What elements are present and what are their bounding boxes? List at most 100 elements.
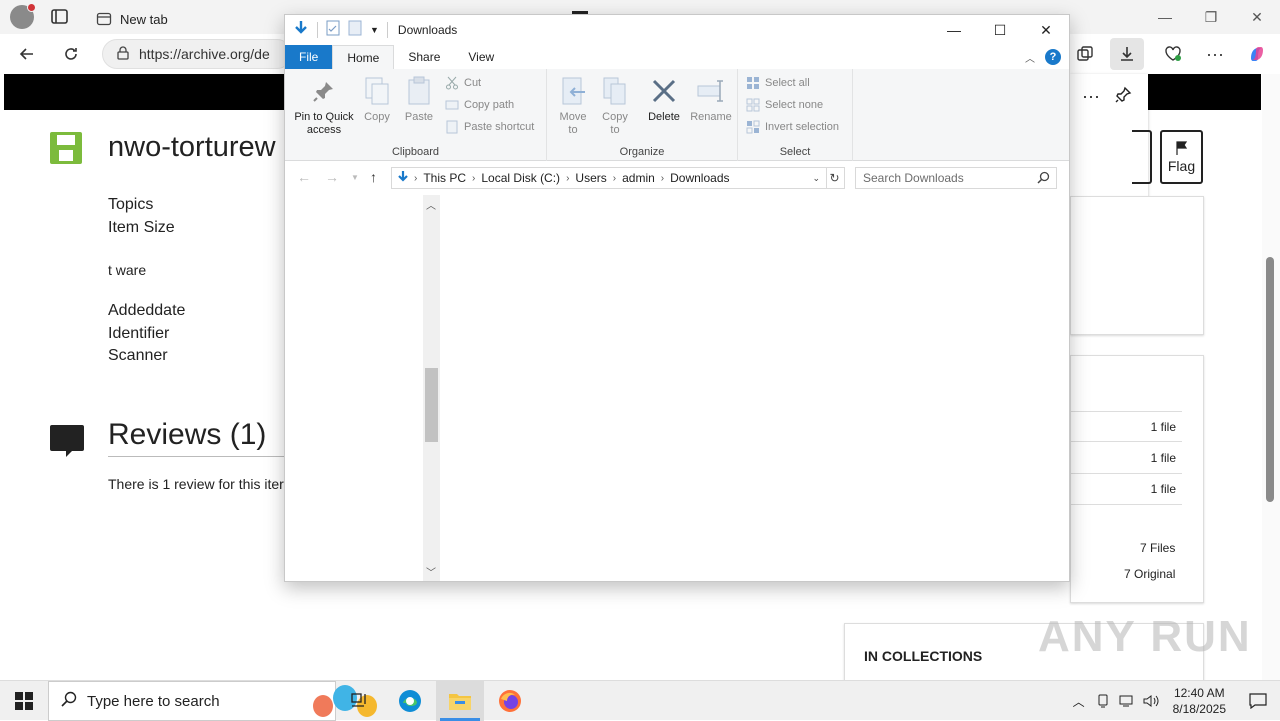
tab-view[interactable]: View xyxy=(454,45,508,69)
select-all-icon xyxy=(746,76,760,90)
refresh-icon xyxy=(65,48,77,60)
scissors-icon xyxy=(445,76,459,90)
select-group-label: Select xyxy=(779,146,811,158)
page-more-icon[interactable]: ··· xyxy=(1082,86,1100,107)
explorer-back-icon[interactable]: ← xyxy=(297,169,311,185)
select-all-button[interactable]: Select all xyxy=(746,76,810,90)
meta-label-identifier: Identifier xyxy=(108,325,170,342)
taskbar: Type here to search ︿ 12:40 AM 8/18/2025 xyxy=(0,680,1280,721)
taskbar-edge-button[interactable] xyxy=(386,681,434,721)
up-one-level-icon[interactable]: ↑ xyxy=(370,169,377,185)
taskbar-file-explorer-button[interactable] xyxy=(436,681,484,721)
select-none-label: Select none xyxy=(765,99,824,111)
page-scrollbar[interactable] xyxy=(1262,74,1280,680)
ribbon-collapse-icon[interactable]: ︿ xyxy=(1025,50,1035,65)
flag-button[interactable]: Flag xyxy=(1160,130,1203,184)
back-button[interactable] xyxy=(12,40,42,68)
total-files-link[interactable]: 7 Files xyxy=(1140,541,1175,555)
profile-avatar[interactable] xyxy=(10,3,36,29)
explorer-address-bar[interactable]: › This PC › Local Disk (C:) › Users › ad… xyxy=(391,167,827,189)
explorer-search-box[interactable]: Search Downloads xyxy=(855,167,1057,189)
browser-essentials-button[interactable] xyxy=(1156,38,1190,70)
volume-icon[interactable] xyxy=(1139,681,1163,721)
pin-icon[interactable] xyxy=(1114,86,1132,109)
start-button[interactable] xyxy=(0,681,48,721)
close-button[interactable]: ✕ xyxy=(1234,0,1280,34)
breadcrumb-downloads[interactable]: Downloads xyxy=(664,171,735,185)
taskbar-clock[interactable]: 12:40 AM 8/18/2025 xyxy=(1163,685,1236,717)
meta-label-scanner: Scanner xyxy=(108,347,168,364)
notifications-icon[interactable] xyxy=(1236,681,1280,721)
explorer-forward-icon[interactable]: → xyxy=(325,169,339,185)
tab-share[interactable]: Share xyxy=(394,45,454,69)
taskbar-firefox-button[interactable] xyxy=(486,681,534,721)
qat-divider xyxy=(317,22,318,38)
ellipsis-icon: ··· xyxy=(1206,43,1224,64)
original-files-link[interactable]: 7 Original xyxy=(1124,567,1175,581)
navigation-scroll-thumb[interactable] xyxy=(425,368,438,442)
more-menu-button[interactable]: ··· xyxy=(1198,38,1232,70)
breadcrumb-users[interactable]: Users xyxy=(569,171,612,185)
paste-button[interactable]: Paste xyxy=(401,75,437,124)
copy-label: Copy xyxy=(364,111,390,123)
copy-button[interactable]: Copy xyxy=(359,75,395,124)
tab-file[interactable]: File xyxy=(285,45,333,69)
address-bar[interactable]: https://archive.org/de xyxy=(102,39,292,69)
move-to-button[interactable]: Move to xyxy=(555,75,591,137)
navigation-pane-scrollbar[interactable]: ︿ ﹀ xyxy=(423,195,440,581)
explorer-close-button[interactable]: ✕ xyxy=(1023,15,1069,45)
pin-to-quick-access-button[interactable]: Pin to Quick access xyxy=(291,75,357,137)
delete-button[interactable]: Delete xyxy=(643,75,685,124)
help-icon[interactable]: ? xyxy=(1045,49,1061,65)
taskbar-search-box[interactable]: Type here to search xyxy=(48,681,377,721)
tray-device-icon[interactable] xyxy=(1091,681,1115,721)
properties-icon[interactable] xyxy=(326,20,340,41)
file-list-view[interactable] xyxy=(441,195,1069,581)
address-dropdown-icon[interactable]: ⌄ xyxy=(812,173,820,184)
copy-path-icon xyxy=(445,98,459,112)
delete-x-icon xyxy=(648,75,680,107)
invert-selection-button[interactable]: Invert selection xyxy=(746,120,839,134)
breadcrumb-admin[interactable]: admin xyxy=(616,171,661,185)
copy-to-button[interactable]: Copy to xyxy=(597,75,633,137)
tab-actions-icon[interactable] xyxy=(50,8,70,26)
downloads-arrow-icon xyxy=(293,20,309,41)
copilot-button[interactable] xyxy=(1240,38,1274,70)
refresh-button[interactable] xyxy=(56,40,86,68)
share-button-edge[interactable] xyxy=(1132,130,1152,184)
tab-new-tab[interactable]: New tab xyxy=(86,4,316,34)
navigation-pane[interactable] xyxy=(285,195,441,581)
explorer-refresh-button[interactable]: ↻ xyxy=(825,167,845,189)
copy-path-button[interactable]: Copy path xyxy=(445,98,514,112)
rename-button[interactable]: Rename xyxy=(689,75,733,124)
paste-shortcut-button[interactable]: Paste shortcut xyxy=(445,120,534,134)
file-row[interactable]: 1 file xyxy=(1070,411,1182,442)
new-tab-icon xyxy=(96,11,112,27)
breadcrumb-local-disk[interactable]: Local Disk (C:) xyxy=(475,171,566,185)
clipboard-group-label: Clipboard xyxy=(391,146,440,158)
tray-overflow-icon[interactable]: ︿ xyxy=(1067,681,1091,721)
scroll-up-icon[interactable]: ︿ xyxy=(426,197,436,212)
page-scrollbar-thumb[interactable] xyxy=(1266,257,1274,502)
task-view-button[interactable] xyxy=(336,681,384,721)
breadcrumb-this-pc[interactable]: This PC xyxy=(417,171,472,185)
explorer-minimize-button[interactable]: — xyxy=(931,15,977,45)
cut-button[interactable]: Cut xyxy=(445,76,481,90)
select-none-icon xyxy=(746,98,760,112)
restore-button[interactable]: ❐ xyxy=(1188,0,1234,34)
scroll-down-icon[interactable]: ﹀ xyxy=(426,564,436,579)
taskbar-search-placeholder: Type here to search xyxy=(87,692,220,710)
minimize-button[interactable]: — xyxy=(1142,0,1188,34)
extensions-button[interactable] xyxy=(1068,38,1102,70)
tab-home[interactable]: Home xyxy=(332,45,395,69)
select-none-button[interactable]: Select none xyxy=(746,98,823,112)
delete-label: Delete xyxy=(648,111,680,123)
network-icon[interactable] xyxy=(1115,681,1139,721)
new-folder-icon[interactable] xyxy=(348,20,362,41)
downloads-button[interactable] xyxy=(1110,38,1144,70)
explorer-maximize-button[interactable]: ☐ xyxy=(977,15,1023,45)
qat-dropdown-icon[interactable]: ▼ xyxy=(370,25,379,35)
file-row[interactable]: 1 file xyxy=(1070,474,1182,505)
recent-locations-icon[interactable]: ▼ xyxy=(351,173,359,182)
file-row[interactable]: 1 file xyxy=(1070,443,1182,474)
